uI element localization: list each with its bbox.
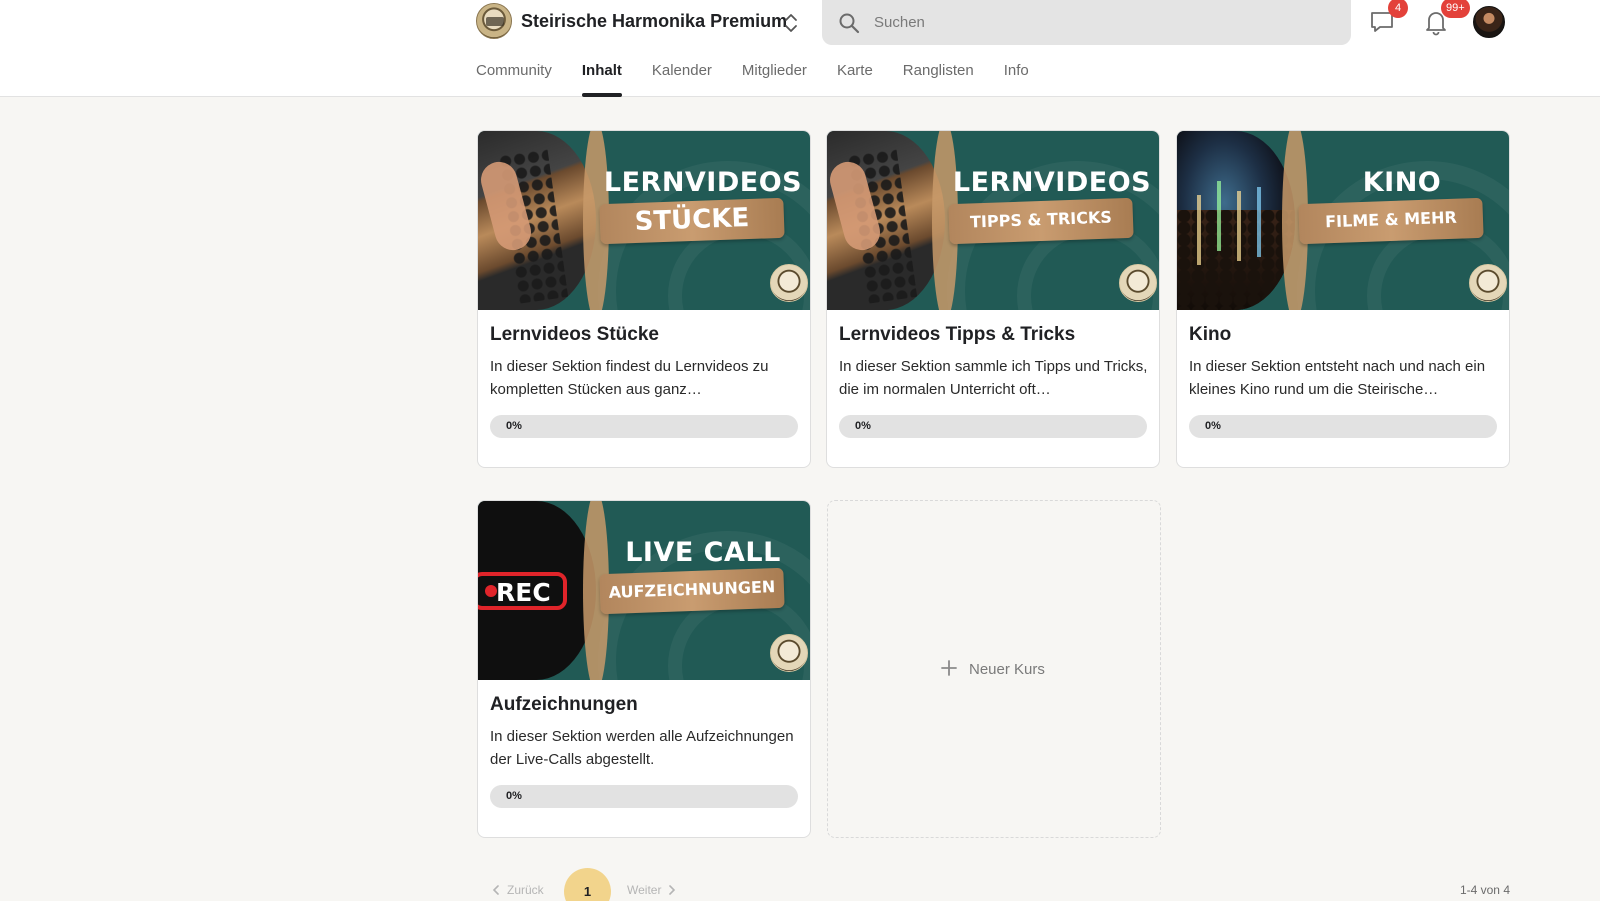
- next-page-button[interactable]: Weiter: [627, 883, 679, 897]
- cover-pill: TIPPS & TRICKS: [948, 197, 1134, 245]
- progress-label: 0%: [1205, 420, 1221, 432]
- prev-page-button[interactable]: Zurück: [489, 883, 544, 897]
- seal-logo: [770, 264, 808, 302]
- tab-ranglisten[interactable]: Ranglisten: [903, 58, 974, 97]
- chevron-right-icon: [669, 885, 676, 895]
- new-course-label: Neuer Kurs: [969, 661, 1045, 678]
- notification-badge: 99+: [1441, 0, 1470, 18]
- cover-title: LERNVIDEOS: [952, 167, 1152, 198]
- user-avatar[interactable]: [1473, 6, 1505, 38]
- progress-label: 0%: [506, 420, 522, 432]
- course-description: In dieser Sektion findest du Lernvideos …: [490, 358, 769, 398]
- course-description: In dieser Sektion sammle ich Tipps und T…: [839, 358, 1148, 398]
- cover-pill: FILME & MEHR: [1298, 197, 1484, 245]
- cover-pill: AUFZEICHNUNGEN: [599, 567, 785, 615]
- accordion-photo: [827, 131, 945, 310]
- seal-logo: [770, 634, 808, 672]
- course-card[interactable]: REC LIVE CALL AUFZEICHNUNGEN Aufzeichnun…: [477, 500, 811, 838]
- seal-logo: [1469, 264, 1507, 302]
- chevron-up-down-icon[interactable]: [782, 11, 800, 35]
- progress-bar: 0%: [490, 415, 798, 438]
- chevron-left-icon: [492, 885, 499, 895]
- course-card[interactable]: LERNVIDEOS TIPPS & TRICKS Lernvideos Tip…: [826, 130, 1160, 468]
- tab-bar: Community Inhalt Kalender Mitglieder Kar…: [476, 58, 1059, 97]
- new-course-button[interactable]: Neuer Kurs: [827, 500, 1161, 838]
- progress-label: 0%: [855, 420, 871, 432]
- accordion-photo: [478, 131, 596, 310]
- tab-community[interactable]: Community: [476, 58, 552, 97]
- tab-inhalt[interactable]: Inhalt: [581, 58, 622, 97]
- tab-info[interactable]: Info: [1004, 58, 1029, 97]
- course-cover: KINO FILME & MEHR: [1177, 131, 1509, 310]
- progress-bar: 0%: [490, 785, 798, 808]
- tab-mitglieder[interactable]: Mitglieder: [742, 58, 807, 97]
- group-name[interactable]: Steirische Harmonika Premium: [521, 11, 787, 32]
- progress-bar: 0%: [1189, 415, 1497, 438]
- cover-title: LERNVIDEOS: [603, 167, 803, 198]
- rec-panel: REC: [478, 501, 596, 680]
- page-number-button[interactable]: 1: [564, 868, 611, 901]
- tab-kalender[interactable]: Kalender: [652, 58, 712, 97]
- seal-logo: [1119, 264, 1157, 302]
- plus-icon: [941, 660, 957, 676]
- course-cover: REC LIVE CALL AUFZEICHNUNGEN: [478, 501, 810, 680]
- search-bar[interactable]: [822, 0, 1351, 45]
- progress-label: 0%: [506, 790, 522, 802]
- course-title: Lernvideos Stücke: [490, 324, 659, 345]
- prev-label: Zurück: [507, 883, 544, 897]
- cover-pill: STÜCKE: [599, 197, 785, 245]
- chat-badge: 4: [1388, 0, 1408, 18]
- rec-label: REC: [496, 578, 551, 607]
- course-cover: LERNVIDEOS TIPPS & TRICKS: [827, 131, 1159, 310]
- search-input[interactable]: [874, 0, 1334, 45]
- result-range: 1-4 von 4: [1459, 883, 1510, 897]
- course-title: Aufzeichnungen: [490, 694, 638, 715]
- course-title: Kino: [1189, 324, 1232, 345]
- next-label: Weiter: [627, 883, 662, 897]
- tab-karte[interactable]: Karte: [837, 58, 873, 97]
- course-card[interactable]: KINO FILME & MEHR Kino In dieser Sektion…: [1176, 130, 1510, 468]
- course-title: Lernvideos Tipps & Tricks: [839, 324, 1076, 345]
- cover-title: LIVE CALL: [625, 537, 781, 568]
- course-description: In dieser Sektion entsteht nach und nach…: [1189, 358, 1486, 398]
- cover-title: KINO: [1362, 167, 1442, 198]
- course-description: In dieser Sektion werden alle Aufzeichnu…: [490, 728, 794, 768]
- course-card[interactable]: LERNVIDEOS STÜCKE Lernvideos Stücke In d…: [477, 130, 811, 468]
- top-header: Steirische Harmonika Premium 4 99+ Commu…: [0, 0, 1600, 97]
- group-logo[interactable]: [476, 3, 512, 39]
- progress-bar: 0%: [839, 415, 1147, 438]
- search-icon: [839, 13, 860, 34]
- course-cover: LERNVIDEOS STÜCKE: [478, 131, 810, 310]
- concert-photo: [1177, 131, 1295, 310]
